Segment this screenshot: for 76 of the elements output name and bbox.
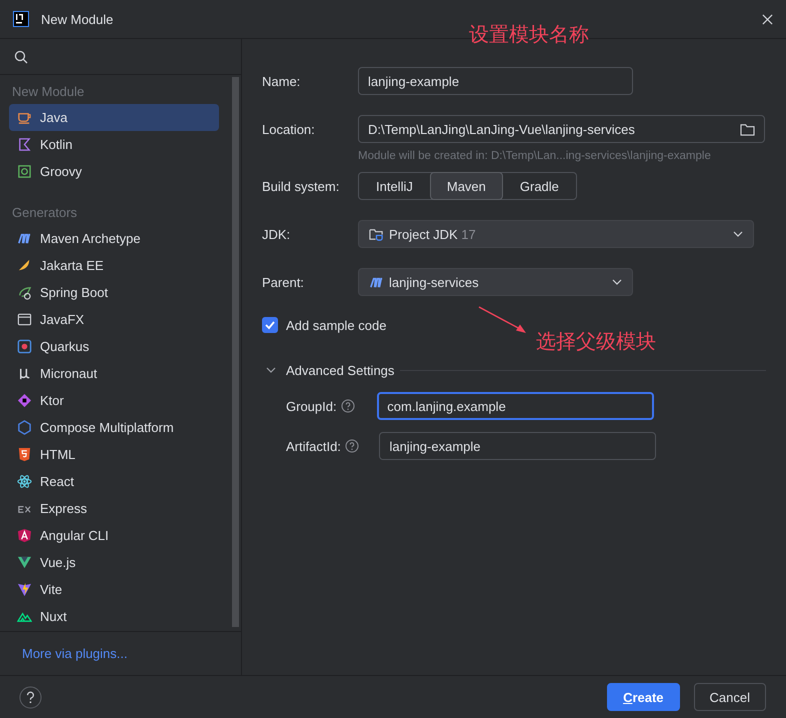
module-type-item[interactable]: Vue.js [9, 549, 219, 576]
module-type-icon [17, 555, 32, 570]
module-type-icon [17, 258, 32, 273]
module-type-item[interactable]: Compose Multiplatform [9, 414, 219, 441]
app-logo-icon [13, 11, 29, 27]
help-icon[interactable] [19, 686, 42, 708]
scrollbar[interactable] [232, 77, 239, 627]
module-type-item[interactable]: Angular CLI [9, 522, 219, 549]
module-type-item[interactable]: Express [9, 495, 219, 522]
location-field[interactable]: D:\Temp\LanJing\LanJing-Vue\lanjing-services [358, 115, 765, 143]
window-title: New Module [41, 12, 114, 26]
field-label: JDK: [262, 226, 292, 242]
field-label: ArtifactId: [286, 438, 341, 454]
module-type-icon [17, 420, 32, 435]
location-hint: Module will be created in: D:\Temp\Lan...ing-services\lanjing-example [358, 150, 712, 162]
help-icon[interactable] [344, 439, 359, 453]
module-type-item[interactable]: HTML [9, 441, 219, 468]
module-type-item[interactable]: Quarkus [9, 333, 219, 360]
module-type-item[interactable]: Nuxt [9, 603, 219, 630]
field-label: Location: [262, 122, 316, 136]
input-field[interactable]: lanjing-example [379, 432, 656, 460]
chevron-down-icon [733, 231, 743, 237]
module-type-item[interactable]: Kotlin [9, 131, 219, 158]
module-type-item[interactable]: Maven Archetype [9, 225, 219, 252]
module-type-item[interactable]: Java [9, 104, 219, 131]
field-label: Build system: [262, 178, 340, 194]
check-icon [264, 319, 276, 331]
module-type-item[interactable]: Groovy [9, 158, 219, 185]
parent-dropdown[interactable]: lanjing-services [358, 268, 633, 296]
field-label: Parent: [262, 274, 305, 290]
create-button[interactable]: Create [607, 683, 680, 711]
module-type-item[interactable]: Spring Boot [9, 279, 219, 306]
annotation-text: 设置模块名称 [469, 23, 589, 48]
section-header: Generators [11, 204, 78, 222]
annotation-text: 选择父级模块 [536, 330, 656, 355]
section-header: New Module [11, 83, 86, 101]
more-plugins-link[interactable]: More via plugins... [22, 646, 128, 661]
module-type-icon [17, 447, 32, 462]
close-icon[interactable] [762, 14, 773, 24]
checkbox-label: Add sample code [286, 318, 386, 332]
annotation-arrow [478, 306, 528, 336]
folder-icon[interactable] [740, 122, 755, 136]
module-type-icon [17, 366, 32, 381]
module-type-icon [17, 231, 32, 246]
module-type-icon [17, 393, 32, 408]
search-icon[interactable] [14, 50, 28, 64]
build-system-option[interactable]: Maven [430, 172, 503, 200]
module-type-icon [17, 285, 32, 300]
input-field[interactable]: com.lanjing.example [377, 392, 654, 420]
module-type-icon [17, 312, 32, 327]
jdk-dropdown[interactable]: Project JDK 17 [358, 220, 754, 248]
module-type-icon [17, 110, 32, 125]
module-type-icon [17, 528, 32, 543]
folder-cup-icon [369, 226, 384, 242]
module-type-icon [17, 474, 32, 489]
field-label: Name: [262, 74, 302, 88]
build-system-option[interactable]: IntelliJ [359, 172, 430, 200]
module-type-icon [17, 164, 32, 179]
chevron-down-icon[interactable] [266, 367, 276, 373]
name-field[interactable]: lanjing-example [358, 67, 633, 95]
module-type-item[interactable]: Vite [9, 576, 219, 603]
module-type-item[interactable]: React [9, 468, 219, 495]
module-type-icon [17, 137, 32, 152]
checkbox[interactable] [262, 317, 278, 333]
field-label: GroupId: [286, 398, 337, 414]
section-title[interactable]: Advanced Settings [286, 362, 394, 378]
help-icon[interactable] [340, 399, 355, 413]
module-type-item[interactable]: Jakarta EE [9, 252, 219, 279]
module-type-icon [17, 582, 32, 597]
module-type-item[interactable]: Micronaut [9, 360, 219, 387]
module-type-icon [17, 339, 32, 354]
cancel-button[interactable]: Cancel [694, 683, 766, 711]
build-system-option[interactable]: Gradle [502, 172, 576, 200]
chevron-down-icon [612, 279, 622, 285]
module-type-item[interactable]: Ktor [9, 387, 219, 414]
module-type-item[interactable]: JavaFX [9, 306, 219, 333]
